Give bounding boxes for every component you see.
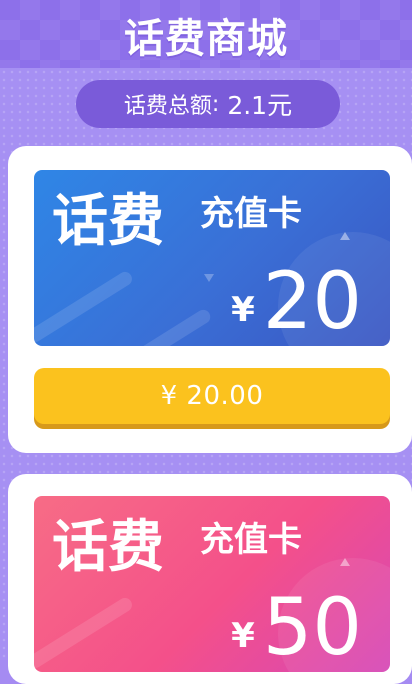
recharge-card-image[interactable]: 话费 充值卡 ¥ 20: [34, 170, 390, 346]
balance-separator: :: [211, 91, 220, 117]
page-title: 话费商城: [124, 16, 288, 62]
card-subtitle: 充值卡: [200, 194, 302, 234]
balance-badge: 话费总额 : 2.1元: [76, 80, 340, 128]
card-subtitle: 充值卡: [200, 520, 302, 560]
decor-stripe: [34, 595, 135, 671]
balance-label: 话费总额: [123, 94, 212, 119]
face-value: 20: [262, 257, 362, 346]
decor-triangle: [204, 274, 214, 282]
balance-amount: 2.1元: [227, 91, 293, 120]
currency-symbol: ¥: [231, 616, 255, 656]
recharge-card-image[interactable]: 话费 充值卡 ¥ 50: [34, 496, 390, 672]
decor-triangle: [340, 558, 350, 566]
currency-symbol: ¥: [231, 290, 255, 330]
decor-stripe: [129, 307, 213, 346]
decor-stripe: [34, 269, 135, 345]
face-value: 50: [262, 583, 362, 672]
buy-button[interactable]: ¥ 20.00: [34, 368, 390, 424]
product-card: 话费 充值卡 ¥ 50: [8, 474, 412, 684]
product-card: 话费 充值卡 ¥ 20 ¥ 20.00: [8, 146, 412, 453]
face-value-line: ¥ 20: [231, 262, 362, 342]
decor-triangle: [340, 232, 350, 240]
face-value-line: ¥ 50: [231, 588, 362, 668]
card-title: 话费: [52, 515, 164, 580]
card-title: 话费: [52, 189, 164, 254]
